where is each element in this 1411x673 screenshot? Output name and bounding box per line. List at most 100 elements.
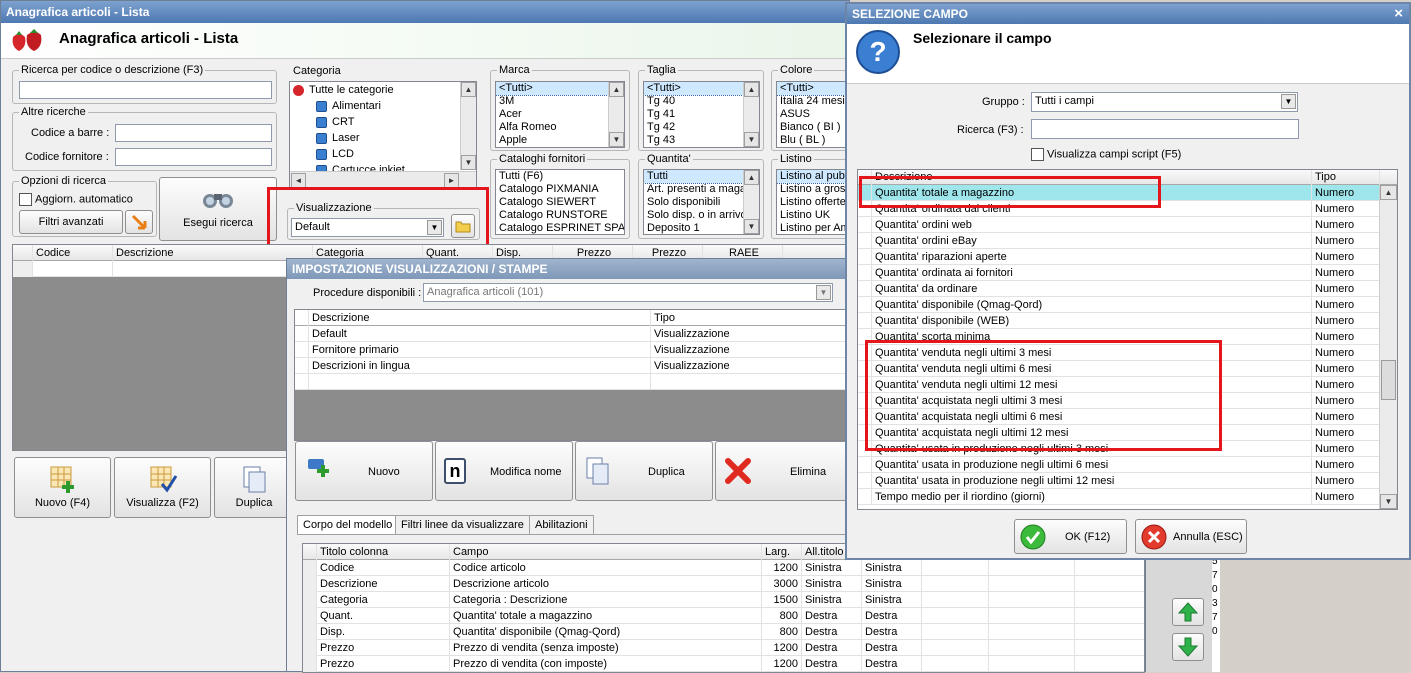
views-grid[interactable]: Descrizione Tipo Default Visualizzazione F… <box>294 309 854 441</box>
category-item[interactable]: Alimentari <box>290 98 476 114</box>
field-row[interactable]: Quantita' venduta negli ultimi 3 mesi Num… <box>858 345 1380 361</box>
ok-button[interactable]: OK (F12) <box>1014 519 1127 554</box>
category-item[interactable]: Laser <box>290 130 476 146</box>
field-row[interactable]: Quantita' scorta minima Numero <box>858 329 1380 345</box>
columns-row[interactable]: Descrizione Descrizione articolo 3000 Sinis… <box>303 576 1144 592</box>
views-header-desc[interactable]: Descrizione <box>309 310 651 326</box>
open-folder-button[interactable] <box>451 214 475 238</box>
views-row[interactable]: Default Visualizzazione <box>295 326 853 342</box>
columns-header-field[interactable]: Campo <box>450 544 762 560</box>
filter-arrow-button[interactable] <box>125 210 153 234</box>
field-row[interactable]: Quantita' riparazioni aperte Numero <box>858 249 1380 265</box>
quantity-list-item[interactable]: Solo disponibili <box>644 196 759 209</box>
field-row[interactable]: Quantita' acquistata negli ultimi 12 mes… <box>858 425 1380 441</box>
columns-row[interactable]: Quant. Quantita' totale a magazzino 800 Des… <box>303 608 1144 624</box>
field-row[interactable]: Quantita' venduta negli ultimi 6 mesi Num… <box>858 361 1380 377</box>
fields-scroll-thumb[interactable] <box>1381 360 1396 400</box>
field-row[interactable]: Quantita' da ordinare Numero <box>858 281 1380 297</box>
catalog-list-item[interactable]: Tutti (F6) <box>496 170 624 183</box>
quantity-list-item[interactable]: Solo disp. o in arrivo <box>644 209 759 222</box>
articles-grid-empty-row[interactable] <box>13 261 288 277</box>
fields-header-type[interactable]: Tipo <box>1312 170 1380 185</box>
catalog-list-item[interactable]: Catalogo PIXMANIA <box>496 183 624 196</box>
field-row[interactable]: Quantita' acquistata negli ultimi 6 mesi… <box>858 409 1380 425</box>
columns-row[interactable]: Prezzo Prezzo di vendita (con imposte) 120… <box>303 656 1144 672</box>
category-item[interactable]: CRT <box>290 114 476 130</box>
display-select[interactable]: Default ▼ <box>291 218 444 237</box>
columns-row[interactable]: Prezzo Prezzo di vendita (senza imposte) 1… <box>303 640 1144 656</box>
cancel-button[interactable]: Annulla (ESC) <box>1135 519 1247 554</box>
barcode-input[interactable] <box>115 124 272 142</box>
brand-list-item[interactable]: 3M <box>496 95 624 108</box>
category-scrollbar[interactable]: ▲ ▼ <box>460 82 476 170</box>
category-root-item[interactable]: Tutte le categorie <box>290 82 476 98</box>
columns-row[interactable]: Disp. Quantita' disponibile (Qmag-Qord) 80… <box>303 624 1144 640</box>
supplier-code-input[interactable] <box>115 148 272 166</box>
quantity-list-item[interactable]: Tutti <box>644 170 759 184</box>
columns-header-width[interactable]: Larg. <box>762 544 802 560</box>
category-hscrollbar[interactable]: ◄ ► <box>290 171 476 188</box>
brand-list-item[interactable]: Apple <box>496 134 624 147</box>
group-select[interactable]: Tutti i campi ▼ <box>1031 92 1298 112</box>
quantity-list-item[interactable]: Deposito 1 <box>644 222 759 234</box>
category-item[interactable]: LCD <box>290 146 476 162</box>
size-list[interactable]: <Tutti> Tg 40 Tg 41 Tg 42 Tg 43 ▲ ▼ <box>643 81 760 148</box>
tab-filters[interactable]: Filtri linee da visualizzare <box>395 515 530 534</box>
brand-list-item[interactable]: Alfa Romeo <box>496 121 624 134</box>
catalog-list-item[interactable]: Catalogo RUNSTORE <box>496 209 624 222</box>
brand-list-item[interactable]: Acer <box>496 108 624 121</box>
settings-duplicate-button[interactable]: Duplica <box>575 441 713 501</box>
size-list-item[interactable]: Tg 41 <box>644 108 759 121</box>
views-header-type[interactable]: Tipo <box>651 310 851 326</box>
size-list-item[interactable]: Tg 42 <box>644 121 759 134</box>
auto-update-checkbox[interactable]: Aggiorn. automatico <box>19 193 133 206</box>
size-list-item[interactable]: <Tutti> <box>644 82 759 96</box>
field-row[interactable]: Quantita' totale a magazzino Numero <box>858 185 1380 201</box>
col-header-description[interactable]: Descrizione <box>113 245 313 261</box>
fields-grid[interactable]: Descrizione Tipo Quantita' totale a maga… <box>857 169 1398 510</box>
brand-list[interactable]: <Tutti> 3M Acer Alfa Romeo Apple ▲ ▼ <box>495 81 625 148</box>
field-row[interactable]: Quantita' disponibile (WEB) Numero <box>858 313 1380 329</box>
col-header-code[interactable]: Codice <box>33 245 113 261</box>
dialog-search-input[interactable] <box>1031 119 1299 139</box>
columns-header-title[interactable]: Titolo colonna <box>317 544 450 560</box>
size-list-item[interactable]: Tg 40 <box>644 95 759 108</box>
category-tree[interactable]: Tutte le categorie Alimentari CRT Laser LCD C… <box>289 81 477 189</box>
move-down-button[interactable] <box>1172 633 1204 661</box>
field-row[interactable]: Quantita' ordini eBay Numero <box>858 233 1380 249</box>
field-row[interactable]: Quantita' usata in produzione negli ulti… <box>858 441 1380 457</box>
tab-body[interactable]: Corpo del modello <box>297 515 399 534</box>
field-row[interactable]: Quantita' acquistata negli ultimi 3 mesi… <box>858 393 1380 409</box>
settings-new-button[interactable]: Nuovo <box>295 441 433 501</box>
field-row[interactable]: Quantita' usata in produzione negli ulti… <box>858 457 1380 473</box>
catalog-list-item[interactable]: Catalogo SIEWERT <box>496 196 624 209</box>
move-up-button[interactable] <box>1172 598 1204 626</box>
fields-scrollbar[interactable]: ▲ ▼ <box>1379 185 1397 509</box>
views-row[interactable]: Fornitore primario Visualizzazione <box>295 342 853 358</box>
catalog-list[interactable]: Tutti (F6) Catalogo PIXMANIA Catalogo SIEW… <box>495 169 625 235</box>
catalog-list-item[interactable]: Catalogo ESPRINET SPA <box>496 222 624 234</box>
field-row[interactable]: Quantita' ordini web Numero <box>858 217 1380 233</box>
new-button[interactable]: Nuovo (F4) <box>14 457 111 518</box>
size-list-item[interactable]: Tg 43 <box>644 134 759 147</box>
columns-row[interactable]: Codice Codice articolo 1200 Sinistra Sinistr… <box>303 560 1144 576</box>
fields-header-desc[interactable]: Descrizione <box>872 170 1312 185</box>
procedures-select[interactable]: Anagrafica articoli (101) ▼ <box>423 283 833 302</box>
views-row[interactable] <box>295 374 853 390</box>
search-button[interactable]: Esegui ricerca <box>159 177 277 241</box>
views-row[interactable]: Descrizioni in lingua Visualizzazione <box>295 358 853 374</box>
advanced-filters-button[interactable]: Filtri avanzati <box>19 210 123 234</box>
field-row[interactable]: Tempo medio per il riordino (giorni) Nume… <box>858 489 1380 505</box>
search-input[interactable] <box>19 81 272 99</box>
rename-button[interactable]: n Modifica nome <box>435 441 573 501</box>
view-button[interactable]: Visualizza (F2) <box>114 457 211 518</box>
close-icon[interactable]: × <box>1394 5 1403 23</box>
quantity-list-item[interactable]: Art. presenti a magazzino <box>644 183 759 196</box>
columns-grid[interactable]: Titolo colonna Campo Larg. All.titolo Co… <box>302 543 1145 673</box>
field-row[interactable]: Quantita' disponibile (Qmag-Qord) Numero <box>858 297 1380 313</box>
script-fields-checkbox[interactable]: Visualizza campi script (F5) <box>1031 148 1181 161</box>
field-row[interactable]: Quantita' venduta negli ultimi 12 mesi Nu… <box>858 377 1380 393</box>
field-row[interactable]: Quantita' usata in produzione negli ulti… <box>858 473 1380 489</box>
columns-row[interactable]: Categoria Categoria : Descrizione 1500 Sini… <box>303 592 1144 608</box>
brand-list-item[interactable]: <Tutti> <box>496 82 624 96</box>
